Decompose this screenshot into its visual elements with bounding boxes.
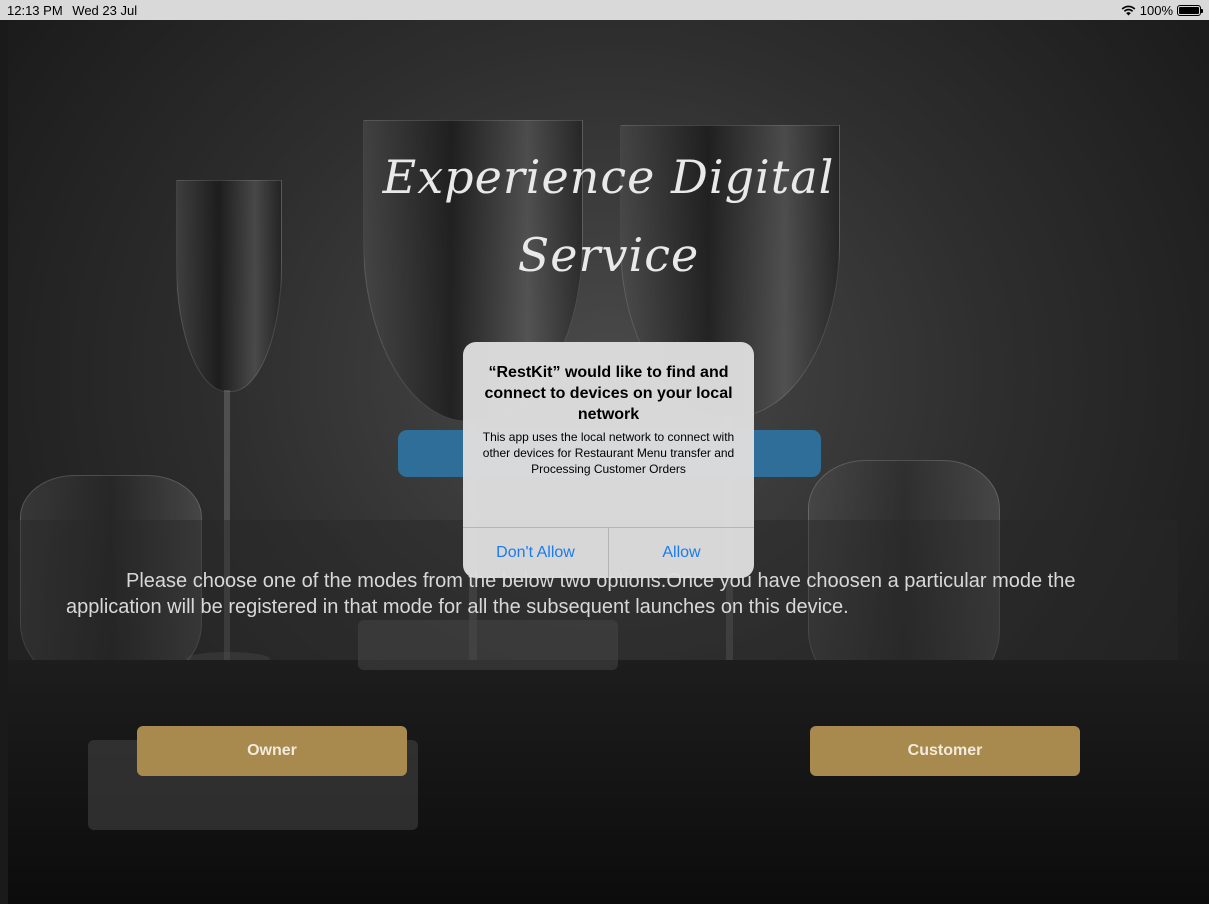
battery-percent: 100% [1139, 2, 1173, 18]
alert-message: This app uses the local network to conne… [482, 430, 735, 476]
owner-button[interactable]: Owner [137, 726, 407, 776]
status-time: 12:13 PM [7, 2, 63, 18]
local-network-permission-alert: “RestKit” would like to find and connect… [463, 342, 754, 578]
status-right: 100% [1121, 2, 1203, 18]
headline-line-2: Service [517, 228, 700, 282]
status-date: Wed 23 Jul [72, 2, 138, 18]
wifi-icon [1121, 5, 1136, 15]
battery-icon [1177, 4, 1203, 16]
alert-title: “RestKit” would like to find and connect… [484, 364, 733, 423]
dont-allow-button[interactable]: Don't Allow [463, 528, 608, 578]
customer-button[interactable]: Customer [810, 726, 1080, 776]
headline-line-1: Experience Digital [382, 150, 835, 204]
status-bar: 12:13 PM Wed 23 Jul 100% [0, 0, 1209, 20]
headline: Experience Digital Service [8, 138, 1209, 294]
status-left: 12:13 PM Wed 23 Jul [7, 3, 143, 18]
alert-actions: Don't Allow Allow [463, 527, 754, 578]
allow-button[interactable]: Allow [608, 528, 754, 578]
